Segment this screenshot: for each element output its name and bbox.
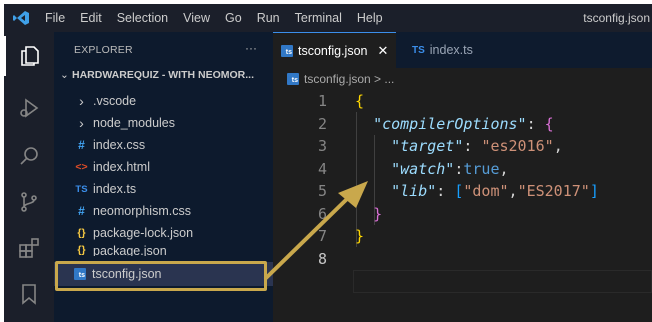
menu-file[interactable]: File [38, 11, 73, 25]
line-number-gutter: 1 2 3 4 5 6 7 8 [273, 90, 335, 270]
line-number: 2 [317, 114, 327, 133]
line-number: 4 [317, 159, 327, 178]
explorer-icon[interactable] [4, 36, 54, 76]
workspace-folder[interactable]: ⌄ HARDWAREQUIZ - WITH NEOMOR... [60, 69, 273, 81]
json-file-icon: {} [77, 227, 86, 239]
line-number: 1 [317, 92, 327, 110]
tree-item-label: index.css [93, 138, 146, 152]
source-control-icon[interactable] [4, 182, 54, 222]
more-actions-icon[interactable]: ··· [245, 41, 257, 55]
tree-item-vscode[interactable]: › .vscode [54, 90, 273, 112]
menu-go[interactable]: Go [218, 11, 250, 25]
chevron-right-icon: › [79, 93, 84, 109]
tree-item-package-lock-json[interactable]: {} package-lock.json [54, 222, 273, 244]
tree-item-node-modules[interactable]: › node_modules [54, 112, 273, 134]
activity-bar [4, 32, 54, 322]
vscode-logo-icon [4, 4, 38, 32]
tree-item-label: package.json [93, 244, 167, 256]
tree-item-label: index.ts [93, 182, 137, 196]
menu-view[interactable]: View [176, 11, 218, 25]
html-file-icon: <> [75, 161, 88, 173]
menu-edit[interactable]: Edit [73, 11, 110, 25]
tree-item-package-json[interactable]: {} package.json [54, 244, 273, 256]
workspace-folder-label: HARDWAREQUIZ - WITH NEOMOR... [72, 69, 254, 81]
typescript-file-icon: TS [412, 44, 425, 56]
annotation-highlight-box [55, 261, 267, 291]
line-number: 6 [317, 204, 327, 223]
code-line-2: "compilerOptions": { [373, 114, 554, 133]
tsconfig-file-icon: ts [281, 44, 293, 57]
tree-item-label: package-lock.json [93, 226, 194, 240]
tree-item-neomorphism-css[interactable]: # neomorphism.css [54, 200, 273, 222]
tree-item-index-css[interactable]: # index.css [54, 134, 273, 156]
bookmark-icon[interactable] [4, 274, 54, 314]
menu-selection[interactable]: Selection [110, 11, 176, 25]
menu-bar: File Edit Selection View Go Run Terminal… [4, 4, 652, 32]
line-number: 5 [317, 182, 327, 200]
css-file-icon: # [78, 138, 85, 152]
explorer-title: EXPLORER [74, 44, 133, 56]
code-line-3: "target": "es2016", [391, 137, 563, 155]
tree-item-label: neomorphism.css [93, 204, 191, 218]
breadcrumb-path: tsconfig.json > ... [304, 72, 395, 86]
file-tree: › .vscode › node_modules # index.css <> … [54, 90, 273, 286]
run-debug-icon[interactable] [4, 88, 54, 128]
line-number: 7 [317, 227, 327, 245]
menu-help[interactable]: Help [350, 11, 391, 25]
code-editor[interactable]: 1 2 3 4 5 6 7 8 { "compilerOptions": { "… [273, 90, 652, 322]
tab-index-ts[interactable]: TS index.ts [396, 32, 494, 68]
tsconfig-file-icon: ts [287, 73, 299, 85]
code-line-6: } [373, 204, 383, 223]
line-number: 3 [317, 137, 327, 155]
json-file-icon: {} [77, 244, 86, 256]
menu-terminal[interactable]: Terminal [288, 11, 350, 25]
extensions-icon[interactable] [4, 228, 54, 268]
typescript-file-icon: TS [75, 183, 88, 195]
search-icon[interactable] [4, 136, 54, 176]
editor-tab-bar: ts tsconfig.json ✕ TS index.ts [273, 32, 652, 68]
menu-run[interactable]: Run [250, 11, 288, 25]
css-file-icon: # [78, 204, 85, 218]
tree-item-label: .vscode [93, 94, 137, 108]
code-line-4: "watch":true, [391, 159, 509, 178]
tab-tsconfig-json[interactable]: ts tsconfig.json ✕ [273, 32, 396, 68]
close-icon[interactable]: ✕ [377, 43, 388, 59]
code-line-1: { [355, 92, 365, 110]
tree-item-index-ts[interactable]: TS index.ts [54, 178, 273, 200]
tab-label: index.ts [429, 43, 473, 57]
code-line-5: "lib": ["dom","ES2017"] [391, 182, 599, 200]
chevron-right-icon: › [79, 115, 84, 131]
current-line-number: 8 [317, 249, 327, 268]
code-line-7: } [355, 227, 365, 245]
window-title: tsconfig.json [583, 11, 650, 25]
tab-label: tsconfig.json [298, 43, 368, 58]
breadcrumb[interactable]: ts tsconfig.json > ... [273, 68, 652, 90]
current-line-highlight [353, 270, 652, 293]
chevron-down-icon: ⌄ [60, 69, 69, 81]
tree-item-label: node_modules [93, 116, 176, 130]
tree-item-index-html[interactable]: <> index.html [54, 156, 273, 178]
code-lines: { "compilerOptions": { "target": "es2016… [355, 90, 652, 270]
tree-item-label: index.html [93, 160, 150, 174]
